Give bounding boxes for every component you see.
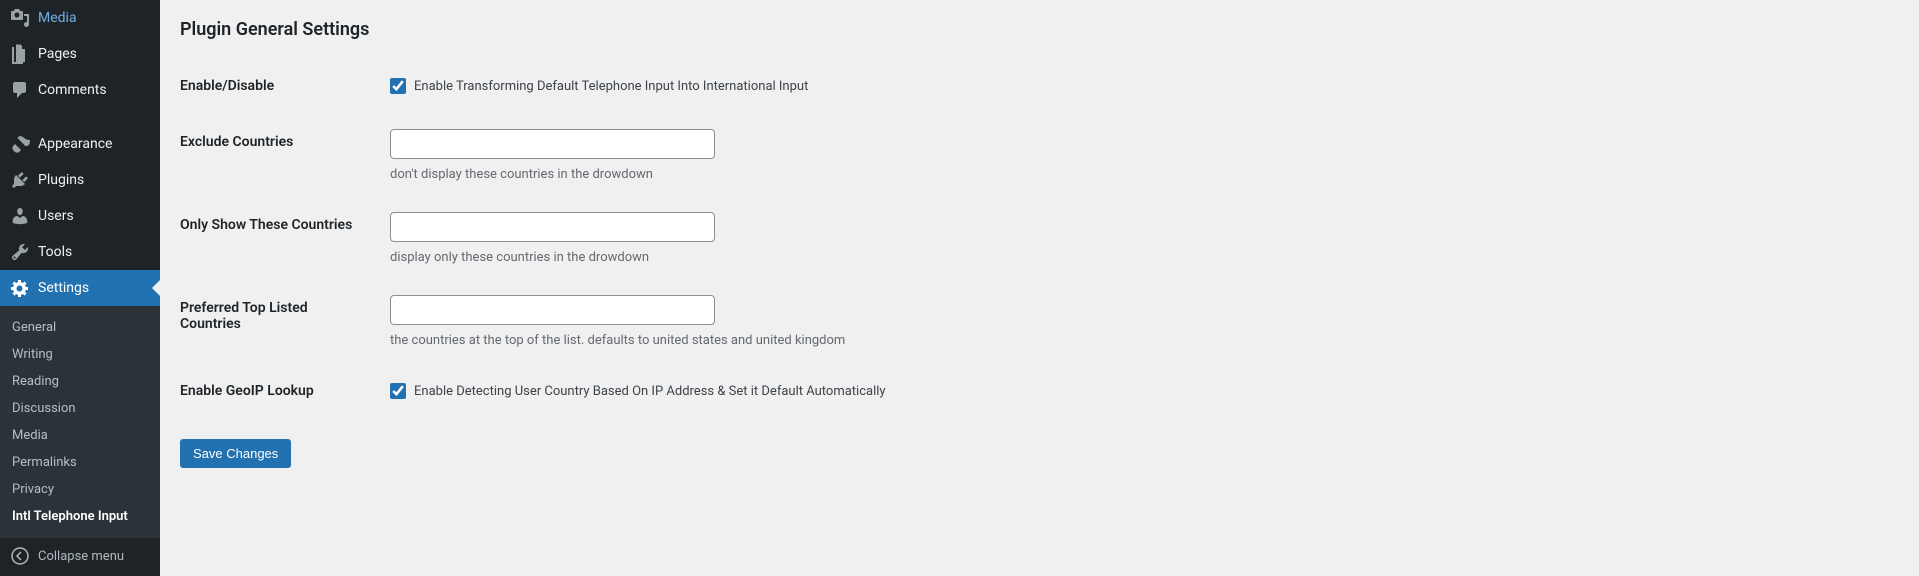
enable-checkbox-label: Enable Transforming Default Telephone In… <box>414 79 808 94</box>
appearance-icon <box>10 134 30 154</box>
sidebar-item-label: Appearance <box>38 136 112 152</box>
sidebar-item-label: Settings <box>38 280 89 296</box>
submenu-item-general[interactable]: General <box>0 314 160 341</box>
sidebar-item-label: Users <box>38 208 74 224</box>
sidebar-item-label: Pages <box>38 46 77 62</box>
sidebar-item-label: Comments <box>38 82 107 98</box>
field-label-preferred: Preferred Top Listed Countries <box>180 280 380 363</box>
sidebar-item-pages[interactable]: Pages <box>0 36 160 72</box>
submenu-item-reading[interactable]: Reading <box>0 368 160 395</box>
submenu-item-privacy[interactable]: Privacy <box>0 476 160 503</box>
submenu-item-permalinks[interactable]: Permalinks <box>0 449 160 476</box>
enable-checkbox[interactable] <box>390 78 406 94</box>
preferred-desc: the countries at the top of the list. de… <box>390 333 1889 348</box>
only-countries-input[interactable] <box>390 212 715 242</box>
save-changes-button[interactable]: Save Changes <box>180 439 291 468</box>
sidebar-item-label: Tools <box>38 244 72 260</box>
comment-icon <box>10 80 30 100</box>
geoip-checkbox-label: Enable Detecting User Country Based On I… <box>414 384 886 399</box>
field-label-exclude: Exclude Countries <box>180 114 380 197</box>
exclude-desc: don't display these countries in the dro… <box>390 167 1889 182</box>
sidebar-item-appearance[interactable]: Appearance <box>0 126 160 162</box>
settings-icon <box>10 278 30 298</box>
exclude-countries-input[interactable] <box>390 129 715 159</box>
sidebar-item-label: Media <box>38 10 77 26</box>
submenu-item-media[interactable]: Media <box>0 422 160 449</box>
settings-submenu: General Writing Reading Discussion Media… <box>0 306 160 538</box>
media-icon <box>10 8 30 28</box>
submenu-item-intl-telephone-input[interactable]: Intl Telephone Input <box>0 503 160 530</box>
collapse-icon <box>10 546 30 566</box>
field-label-only: Only Show These Countries <box>180 197 380 280</box>
submenu-item-discussion[interactable]: Discussion <box>0 395 160 422</box>
preferred-countries-input[interactable] <box>390 295 715 325</box>
settings-form-table: Enable/Disable Enable Transforming Defau… <box>180 58 1899 419</box>
field-label-geoip: Enable GeoIP Lookup <box>180 363 380 419</box>
admin-sidebar: Media Pages Comments Appearance Plugins … <box>0 0 160 576</box>
tools-icon <box>10 242 30 262</box>
users-icon <box>10 206 30 226</box>
geoip-checkbox[interactable] <box>390 383 406 399</box>
sidebar-item-comments[interactable]: Comments <box>0 72 160 108</box>
collapse-menu-button[interactable]: Collapse menu <box>0 538 160 574</box>
sidebar-item-label: Plugins <box>38 172 84 188</box>
field-label-enable: Enable/Disable <box>180 58 380 114</box>
page-title: Plugin General Settings <box>180 10 1899 44</box>
sidebar-item-tools[interactable]: Tools <box>0 234 160 270</box>
collapse-label: Collapse menu <box>38 549 124 564</box>
page-icon <box>10 44 30 64</box>
main-content: Plugin General Settings Enable/Disable E… <box>160 0 1919 576</box>
sidebar-item-plugins[interactable]: Plugins <box>0 162 160 198</box>
sidebar-item-settings[interactable]: Settings <box>0 270 160 306</box>
only-desc: display only these countries in the drow… <box>390 250 1889 265</box>
sidebar-item-users[interactable]: Users <box>0 198 160 234</box>
sidebar-item-media[interactable]: Media <box>0 0 160 36</box>
submenu-item-writing[interactable]: Writing <box>0 341 160 368</box>
plugin-icon <box>10 170 30 190</box>
